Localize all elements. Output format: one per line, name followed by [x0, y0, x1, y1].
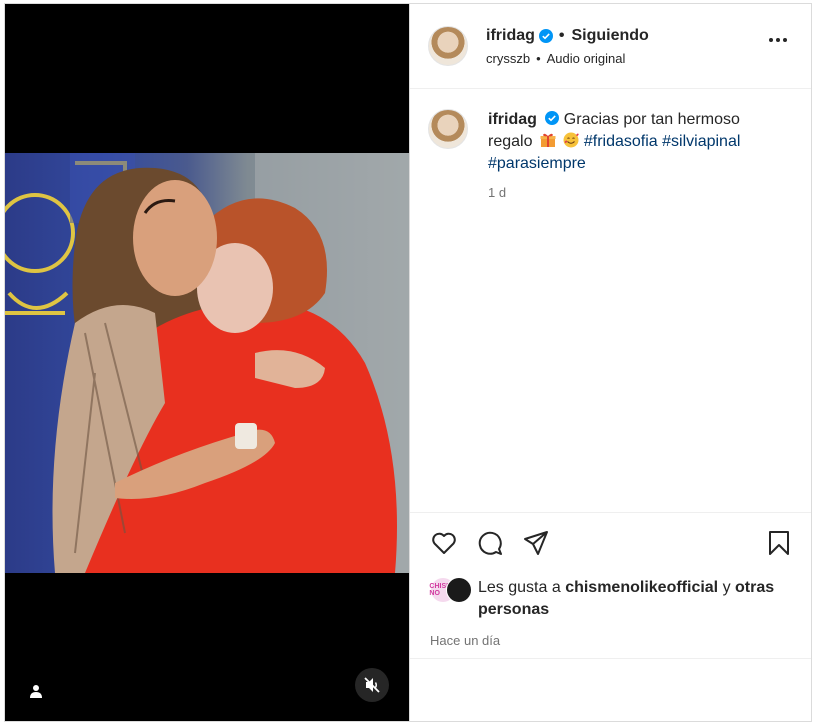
separator-dot: •: [536, 50, 541, 66]
wrapped-gift-emoji: [540, 133, 556, 147]
likes-summary[interactable]: CHISME NO Les gusta a chismenolikeoffici…: [429, 577, 778, 621]
smiling-face-with-hearts-emoji: [563, 132, 580, 148]
share-icon: [524, 531, 548, 555]
post-media[interactable]: [5, 4, 409, 721]
user-tag-button[interactable]: [19, 674, 53, 708]
post-caption: ifridag Gracias por tan hermoso regalo #…: [428, 109, 795, 200]
liker-avatar[interactable]: [446, 577, 472, 603]
more-options-icon[interactable]: [769, 38, 787, 42]
hashtag-link[interactable]: #silviapinal: [662, 133, 740, 150]
save-button[interactable]: [765, 529, 793, 557]
author-info: ifridag • Siguiendo crysszb • Audio orig…: [486, 27, 649, 66]
post-details-panel: ifridag • Siguiendo crysszb • Audio orig…: [409, 4, 811, 721]
bookmark-icon: [769, 531, 789, 555]
heart-icon: [432, 532, 456, 554]
likes-prefix: Les gusta a: [478, 579, 561, 596]
likes-connector: y: [722, 579, 731, 596]
hashtag-link[interactable]: #parasiempre: [488, 155, 586, 172]
verified-badge-icon: [545, 111, 560, 125]
comment-button[interactable]: [476, 529, 504, 557]
action-bar: [430, 529, 550, 557]
author-avatar[interactable]: [428, 26, 468, 66]
comment-icon: [478, 531, 502, 555]
like-button[interactable]: [430, 529, 458, 557]
caption-timestamp[interactable]: 1 d: [488, 185, 768, 200]
liker-avatars[interactable]: CHISME NO: [429, 577, 474, 603]
mute-button[interactable]: [355, 668, 389, 702]
separator-dot: •: [558, 26, 565, 44]
author-username[interactable]: ifridag: [486, 27, 535, 45]
muted-speaker-icon: [364, 677, 380, 693]
post-dialog: ifridag • Siguiendo crysszb • Audio orig…: [4, 3, 812, 722]
share-button[interactable]: [522, 529, 550, 557]
audio-label-link[interactable]: Audio original: [547, 51, 626, 66]
comment-composer[interactable]: [410, 658, 811, 721]
post-timestamp[interactable]: Hace un día: [430, 633, 500, 648]
hashtag-link[interactable]: #fridasofia: [584, 133, 658, 150]
comments-section: ifridag Gracias por tan hermoso regalo #…: [410, 89, 811, 512]
audio-user-link[interactable]: crysszb: [486, 51, 530, 66]
video-frame[interactable]: [5, 153, 409, 573]
user-tag-icon: [30, 685, 42, 698]
verified-badge-icon: [538, 28, 553, 43]
post-actions-section: CHISME NO Les gusta a chismenolikeoffici…: [410, 512, 811, 658]
liker-username[interactable]: chismenolikeofficial: [565, 579, 718, 596]
video-frame-image: [5, 153, 409, 573]
post-header: ifridag • Siguiendo crysszb • Audio orig…: [410, 4, 811, 89]
follow-status-button[interactable]: Siguiendo: [572, 27, 649, 45]
caption-username[interactable]: ifridag: [488, 111, 537, 128]
caption-author-avatar[interactable]: [428, 109, 468, 149]
